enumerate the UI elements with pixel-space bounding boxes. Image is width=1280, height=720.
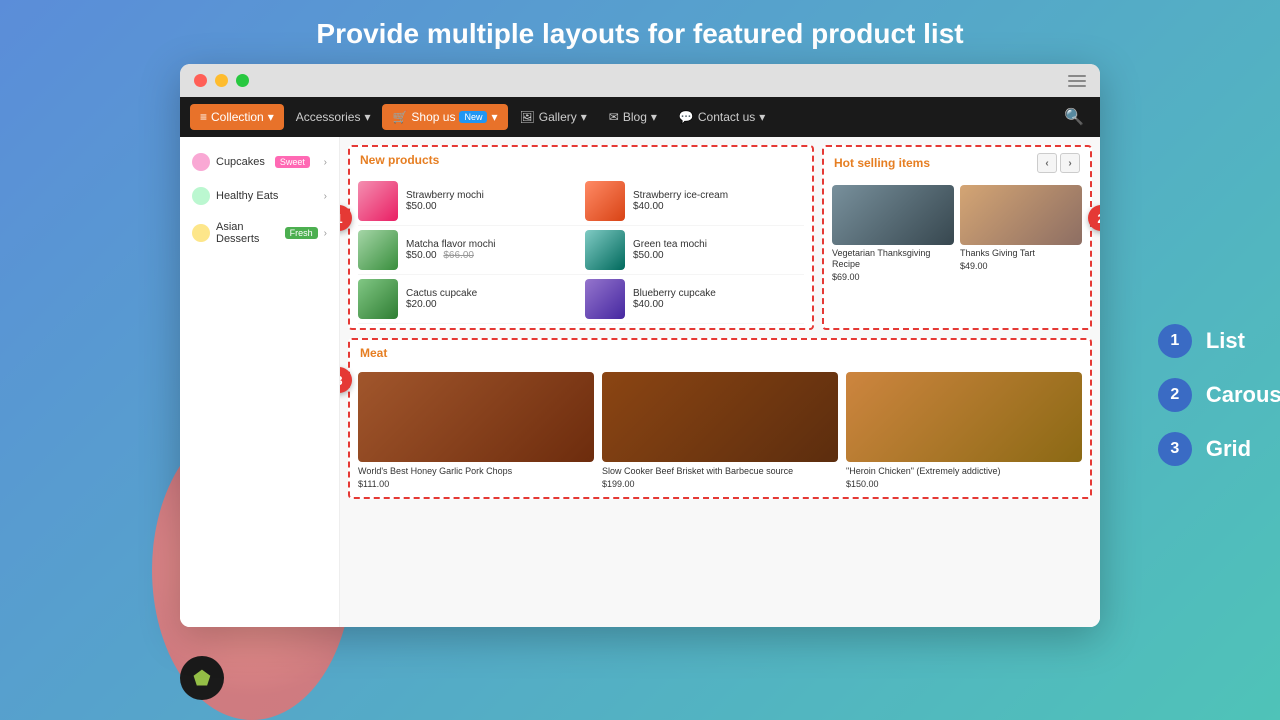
page-title: Provide multiple layouts for featured pr… [296,0,983,64]
sidebar: Cupcakes Sweet › Healthy Eats › Asian De… [180,137,340,627]
new-products-title: New products [360,153,439,167]
menu-icon[interactable] [1068,75,1086,87]
nav-search-icon[interactable]: 🔍 [1058,101,1090,133]
meat-item-1[interactable]: World's Best Honey Garlic Pork Chops $11… [358,372,594,489]
nav-gallery[interactable]: 🖼 Gallery ▾ [510,104,597,130]
hot-selling-section: Hot selling items ‹ › Vegeta [822,145,1092,330]
content-area: 1 2 3 New products [340,137,1100,627]
legend-item-carousel: 2 Carousel [1158,378,1280,412]
product-thumb-6 [585,279,625,319]
product-thumb-5 [358,279,398,319]
meat-section: Meat World's Best Honey Garlic Pork Chop… [348,338,1092,499]
product-item-1[interactable]: Strawberry mochi $50.00 Strawberry ice-c… [358,177,804,226]
right-legend: 1 List 2 Carousel 3 Grid [1158,324,1280,466]
nav-bar: ≡ Collection ▾ Accessories ▾ 🛒 Shop us N… [180,97,1100,137]
meat-img-3 [846,372,1082,462]
product-thumb-3 [358,230,398,270]
maximize-dot[interactable] [236,74,249,87]
product-info-5: Cactus cupcake $20.00 [406,288,577,310]
legend-item-grid: 3 Grid [1158,432,1280,466]
product-info-3: Matcha flavor mochi $50.00 $66.00 [406,239,577,261]
arrow-icon: › [324,157,327,168]
nav-blog[interactable]: ✉ Blog ▾ [599,104,667,130]
shopify-badge[interactable]: ⬟ [180,656,224,700]
arrow-icon: › [324,191,327,202]
main-content: Cupcakes Sweet › Healthy Eats › Asian De… [180,137,1100,627]
legend-label-carousel: Carousel [1206,382,1280,408]
nav-accessories[interactable]: Accessories ▾ [286,104,381,130]
legend-num-2: 2 [1158,378,1192,412]
product-info-4: Green tea mochi $50.00 [633,239,804,261]
nav-contact[interactable]: 💬 Contact us ▾ [669,104,775,130]
product-info-6: Blueberry cupcake $40.00 [633,288,804,310]
minimize-dot[interactable] [215,74,228,87]
hot-selling-title: Hot selling items [834,156,930,170]
meat-img-2 [602,372,838,462]
carousel-next[interactable]: › [1060,153,1080,173]
new-products-list: Strawberry mochi $50.00 Strawberry ice-c… [350,173,812,328]
hot-item-1[interactable]: Vegetarian Thanksgiving Recipe $69.00 [832,185,954,282]
legend-label-grid: Grid [1206,436,1251,462]
sweet-badge: Sweet [275,156,310,168]
meat-item-3[interactable]: "Heroin Chicken" (Extremely addictive) $… [846,372,1082,489]
meat-item-2[interactable]: Slow Cooker Beef Brisket with Barbecue s… [602,372,838,489]
legend-num-1: 1 [1158,324,1192,358]
meat-grid: World's Best Honey Garlic Pork Chops $11… [350,366,1090,497]
nav-collection[interactable]: ≡ Collection ▾ [190,104,284,130]
close-dot[interactable] [194,74,207,87]
legend-item-list: 1 List [1158,324,1280,358]
hot-selling-header: Hot selling items ‹ › [824,147,1090,179]
new-products-header: New products [350,147,812,173]
product-thumb-4 [585,230,625,270]
product-thumb-2 [585,181,625,221]
product-thumb-1 [358,181,398,221]
product-info-2: Strawberry ice-cream $40.00 [633,190,804,212]
product-item-3[interactable]: Cactus cupcake $20.00 Blueberry cupcake … [358,275,804,324]
legend-label-list: List [1206,328,1245,354]
hot-img-2 [960,185,1082,245]
sidebar-item-healthy[interactable]: Healthy Eats › [180,179,339,213]
product-info-1: Strawberry mochi $50.00 [406,190,577,212]
meat-title: Meat [360,346,387,360]
hot-img-1 [832,185,954,245]
sidebar-item-cupcakes[interactable]: Cupcakes Sweet › [180,145,339,179]
carousel-nav: ‹ › [1037,153,1080,173]
carousel-prev[interactable]: ‹ [1037,153,1057,173]
legend-num-3: 3 [1158,432,1192,466]
browser-chrome [180,64,1100,97]
hot-item-2[interactable]: Thanks Giving Tart $49.00 [960,185,1082,282]
top-sections: New products Strawberry mochi $50.00 [348,145,1092,330]
hot-selling-grid: Vegetarian Thanksgiving Recipe $69.00 Th… [824,179,1090,288]
fresh-badge: Fresh [285,227,318,239]
sidebar-item-asian[interactable]: Asian Desserts Fresh › [180,213,339,253]
product-item-2[interactable]: Matcha flavor mochi $50.00 $66.00 [358,226,804,275]
nav-shopus[interactable]: 🛒 Shop us New ▾ [382,104,507,130]
arrow-icon: › [324,228,327,239]
meat-img-1 [358,372,594,462]
meat-header: Meat [350,340,1090,366]
new-products-section: New products Strawberry mochi $50.00 [348,145,814,330]
